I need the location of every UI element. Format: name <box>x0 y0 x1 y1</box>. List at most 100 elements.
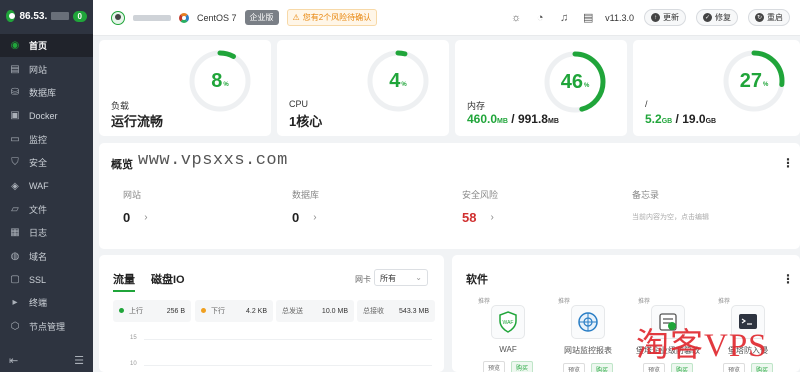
database-icon: ⛁ <box>10 86 20 98</box>
preview-button[interactable]: 预览 <box>482 361 505 372</box>
overview-more-icon[interactable]: ⋮ <box>782 156 794 170</box>
sidebar-item-label: Docker <box>29 110 58 121</box>
collapse-icon[interactable]: ⇤ <box>9 354 18 367</box>
sidebar-item-1[interactable]: ▤ 网站 <box>0 57 93 80</box>
overview-databases[interactable]: 数据库 0 › <box>292 188 319 225</box>
tab-disk-io[interactable]: 磁盘IO <box>151 271 185 292</box>
memory-card[interactable]: 内存 460.0MB / 991.8MB 46% <box>455 40 627 136</box>
menu-icon[interactable]: ☰ <box>74 354 84 367</box>
memory-label: 内存 <box>467 101 486 111</box>
chevron-right-icon: › <box>144 212 148 223</box>
cpu-gauge: 4% <box>365 48 431 114</box>
memory-sep: / <box>511 112 515 126</box>
download-stat: 下行 4.2 KB <box>195 300 273 322</box>
software-item[interactable]: 推荐 WAF WAF 预览 购买 <box>468 296 548 372</box>
website-icon: ▤ <box>10 63 20 75</box>
sidebar-item-6[interactable]: ◈ WAF <box>0 174 93 197</box>
risk-alert[interactable]: ⚠ 您有2个风险待确认 <box>286 9 378 26</box>
sidebar-item-7[interactable]: ▱ 文件 <box>0 198 93 221</box>
server-badge[interactable]: 0 <box>72 10 87 22</box>
software-more-icon[interactable]: ⋮ <box>782 272 794 286</box>
sidebar-item-3[interactable]: ▣ Docker <box>0 104 93 127</box>
restart-icon: ↻ <box>755 13 764 22</box>
software-item[interactable]: 推荐 网站监控报表 预览 购买 <box>548 296 628 372</box>
buy-button[interactable]: 购买 <box>511 361 534 372</box>
download-dot <box>201 308 206 313</box>
memory-percent: 46 <box>560 70 583 93</box>
sidebar-item-5[interactable]: ⛉ 安全 <box>0 151 93 174</box>
repair-label: 修复 <box>715 13 731 22</box>
support-icon[interactable]: ◔ <box>533 12 547 24</box>
sidebar-item-2[interactable]: ⛁ 数据库 <box>0 81 93 104</box>
download-label: 下行 <box>211 308 225 315</box>
security-label: 安全风险 <box>462 190 499 200</box>
memory-total-unit: MB <box>547 118 559 125</box>
total-sent-value: 10.0 MB <box>321 307 348 315</box>
avatar[interactable] <box>111 10 125 25</box>
globe-icon: ◍ <box>10 250 20 262</box>
restart-button[interactable]: ↻ 重启 <box>748 9 790 26</box>
memory-used: 460.0 <box>467 112 498 126</box>
sidebar-item-12[interactable]: ⬡ 节点管理 <box>0 315 93 338</box>
server-name-redacted <box>51 12 69 20</box>
grid-line <box>144 365 432 366</box>
total-recv-stat: 总接收 543.3 MB <box>357 300 435 322</box>
sidebar-item-label: SSL <box>29 274 47 285</box>
sidebar-item-label: 首页 <box>29 41 48 52</box>
panel-version[interactable]: v11.3.0 <box>605 13 634 23</box>
memo-label: 备忘录 <box>632 190 660 200</box>
tab-traffic[interactable]: 流量 <box>113 271 135 292</box>
grid-line <box>144 339 432 340</box>
buy-button[interactable]: 购买 <box>591 363 614 372</box>
waf-icon: ◈ <box>11 180 19 192</box>
disk-card[interactable]: / 5.2GB / 19.0GB 27% <box>633 40 800 136</box>
chevron-right-icon: › <box>313 212 317 223</box>
sidebar-item-11[interactable]: ▸ 终端 <box>0 291 93 314</box>
download-value: 4.2 KB <box>245 307 267 315</box>
log-icon: ▦ <box>10 227 20 239</box>
sidebar-item-label: WAF <box>29 181 49 192</box>
theme-icon[interactable]: ☼ <box>509 12 523 24</box>
disk-used-unit: GB <box>661 118 673 125</box>
total-sent-label: 总发送 <box>282 308 303 315</box>
disk-total: 19.0 <box>682 112 706 126</box>
sidebar-item-9[interactable]: ◍ 域名 <box>0 245 93 268</box>
chevron-down-icon: ⌄ <box>415 273 422 282</box>
preview-button[interactable]: 预览 <box>562 363 585 372</box>
memory-gauge: 46% <box>542 49 608 115</box>
update-label: 更新 <box>663 13 679 22</box>
cpu-card[interactable]: CPU 1核心 4% <box>277 40 449 136</box>
svg-text:WAF: WAF <box>503 320 514 326</box>
restart-label: 重启 <box>767 13 783 22</box>
folder-icon: ▱ <box>11 203 19 215</box>
overview-security[interactable]: 安全风险 58 › <box>462 188 498 225</box>
sidebar-item-8[interactable]: ▦ 日志 <box>0 221 93 244</box>
overview-memo[interactable]: 备忘录 当前内容为空，点击编辑 <box>632 188 709 222</box>
upload-dot <box>119 308 124 313</box>
load-card[interactable]: 负载 运行流畅 8% <box>99 40 271 136</box>
websites-label: 网站 <box>123 190 142 200</box>
bell-icon[interactable]: ♫ <box>557 12 571 24</box>
node-icon: ⬡ <box>10 320 20 332</box>
repair-button[interactable]: ✓ 修复 <box>696 9 738 26</box>
sidebar-item-label: 节点管理 <box>29 321 66 332</box>
memo-hint[interactable]: 当前内容为空，点击编辑 <box>632 212 709 222</box>
notes-icon[interactable]: ▤ <box>581 11 595 24</box>
update-button[interactable]: ↑ 更新 <box>644 9 686 26</box>
load-gauge: 8% <box>187 48 253 114</box>
sidebar-item-10[interactable]: ▢ SSL <box>0 268 93 291</box>
server-header[interactable]: 86.53. 0 <box>0 0 93 32</box>
edition-badge[interactable]: 企业版 <box>244 10 279 25</box>
upload-stat: 上行 256 B <box>113 300 191 322</box>
overview-websites[interactable]: 网站 0 › <box>123 188 148 225</box>
total-sent-stat: 总发送 10.0 MB <box>276 300 354 322</box>
y-tick: 10 <box>130 361 137 367</box>
sidebar-item-label: 监控 <box>29 134 48 145</box>
sidebar-footer: ⇤ ☰ <box>0 348 93 372</box>
sidebar-item-0[interactable]: ◉ 首页 <box>0 34 93 58</box>
sidebar-item-label: 数据库 <box>29 87 57 98</box>
repair-icon: ✓ <box>703 13 712 22</box>
nic-select[interactable]: 所有 ⌄ <box>374 269 428 286</box>
site-monitor-icon <box>571 305 605 339</box>
sidebar-item-4[interactable]: ▭ 监控 <box>0 128 93 151</box>
